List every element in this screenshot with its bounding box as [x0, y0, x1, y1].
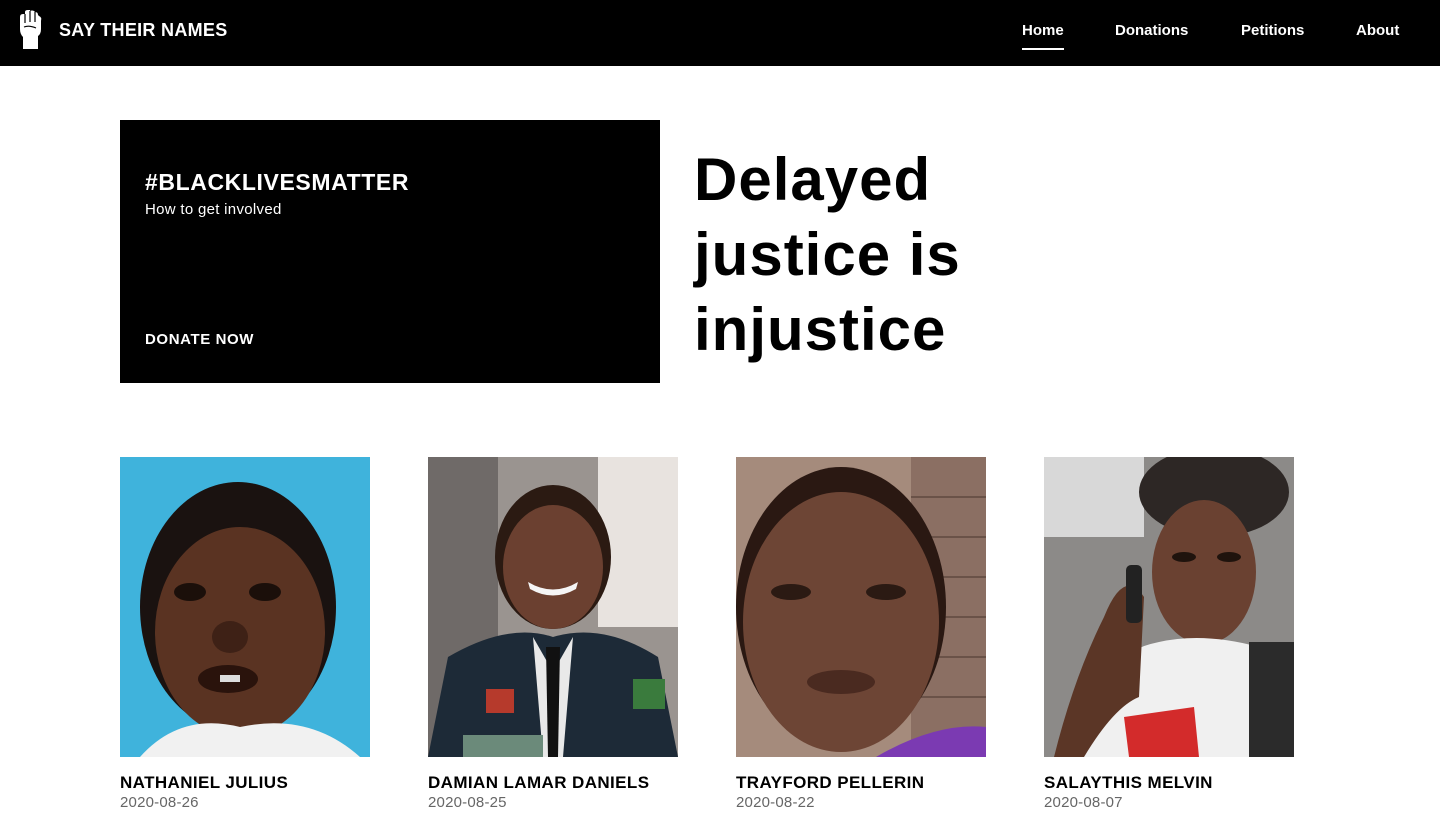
donate-now-link[interactable]: DONATE NOW [145, 331, 254, 348]
brand-name: SAY THEIR NAMES [59, 19, 228, 40]
person-name: TRAYFORD PELLERIN [736, 773, 925, 792]
person-photo[interactable] [120, 457, 370, 757]
top-navbar: SAY THEIR NAMES Home Donations Petitions… [0, 0, 1440, 66]
promo-title: #BLACKLIVESMATTER [145, 169, 410, 195]
person-date: 2020-08-25 [428, 794, 507, 811]
nav-donations[interactable]: Donations [1115, 20, 1188, 42]
blm-promo-card: #BLACKLIVESMATTER How to get involved DO… [120, 120, 660, 383]
person-photo[interactable] [1044, 457, 1294, 757]
nav-about[interactable]: About [1356, 20, 1399, 42]
person-name: NATHANIEL JULIUS [120, 773, 289, 792]
person-date: 2020-08-26 [120, 794, 199, 811]
promo-subtitle: How to get involved [145, 201, 282, 218]
brand-home-link[interactable]: SAY THEIR NAMES [14, 9, 228, 51]
person-card[interactable]: NATHANIEL JULIUS 2020-08-26 [120, 457, 370, 811]
person-date: 2020-08-22 [736, 794, 815, 811]
headline: Delayed justice is injustice [694, 142, 1054, 367]
nav-home[interactable]: Home [1022, 20, 1064, 50]
person-name: DAMIAN LAMAR DANIELS [428, 773, 650, 792]
person-card[interactable]: DAMIAN LAMAR DANIELS 2020-08-25 [428, 457, 678, 811]
raised-fist-icon [20, 10, 42, 49]
headline-line: justice is [694, 221, 961, 288]
person-photo[interactable] [736, 457, 986, 757]
nav-petitions[interactable]: Petitions [1241, 20, 1304, 42]
person-card[interactable]: SALAYTHIS MELVIN 2020-08-07 [1044, 457, 1294, 811]
headline-line: injustice [694, 296, 947, 363]
headline-line: Delayed [694, 146, 932, 213]
person-date: 2020-08-07 [1044, 794, 1123, 811]
person-photo[interactable] [428, 457, 678, 757]
person-card[interactable]: TRAYFORD PELLERIN 2020-08-22 [736, 457, 986, 811]
person-name: SALAYTHIS MELVIN [1044, 773, 1213, 792]
